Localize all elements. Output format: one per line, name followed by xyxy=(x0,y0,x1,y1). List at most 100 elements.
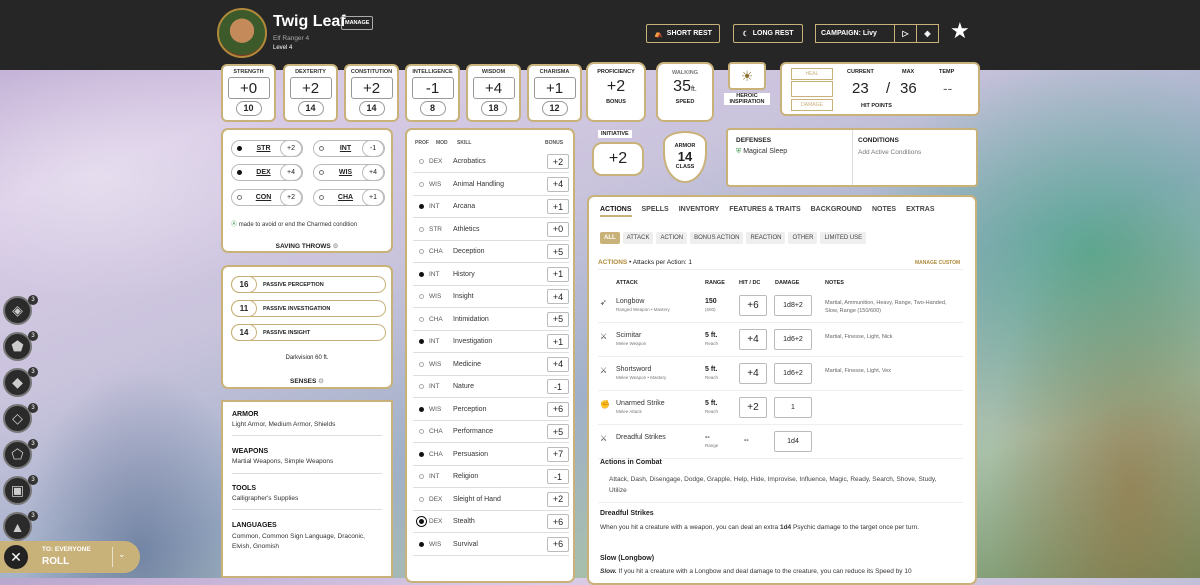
attack-hit[interactable]: +6 xyxy=(739,295,767,316)
saving-throw-str[interactable]: STR +2 xyxy=(231,140,303,157)
attack-hit[interactable]: +2 xyxy=(739,397,767,418)
manage-custom-link[interactable]: MANAGE CUSTOM xyxy=(915,260,960,266)
attack-row[interactable]: ➶ Longbow Ranged Weapon • Mastery 150 (6… xyxy=(598,291,963,323)
damage-label[interactable]: DAMAGE xyxy=(791,99,833,111)
d8-icon[interactable]: ◇ 3 xyxy=(3,403,38,433)
attack-damage[interactable]: 1d4 xyxy=(774,431,812,452)
tab-extras[interactable]: EXTRAS xyxy=(906,206,934,217)
proficiency-dot xyxy=(413,249,429,254)
roll-target: TO: EVERYONE xyxy=(42,546,91,553)
skill-row[interactable]: INT Nature -1 xyxy=(413,376,569,398)
character-avatar[interactable] xyxy=(217,8,267,58)
attack-damage[interactable]: 1d6+2 xyxy=(774,363,812,384)
attack-row[interactable]: ⚔ Shortsword Melee Weapon • Mastery 5 ft… xyxy=(598,359,963,391)
ability-wisdom[interactable]: WISDOM +4 18 xyxy=(466,64,521,122)
ability-intelligence[interactable]: INTELLIGENCE -1 8 xyxy=(405,64,460,122)
filter-all[interactable]: ALL xyxy=(600,232,620,244)
skill-row[interactable]: INT Religion -1 xyxy=(413,466,569,488)
filter-action[interactable]: ACTION xyxy=(656,232,688,244)
filter-limited-use[interactable]: LIMITED USE xyxy=(820,232,867,244)
saving-throw-wis[interactable]: WIS +4 xyxy=(313,164,385,181)
skill-row[interactable]: CHA Persuasion +7 xyxy=(413,444,569,466)
manage-button[interactable]: MANAGE xyxy=(341,16,374,30)
skill-row[interactable]: CHA Performance +5 xyxy=(413,421,569,443)
skill-row[interactable]: WIS Survival +6 xyxy=(413,534,569,556)
ability-constitution[interactable]: CONSTITUTION +2 14 xyxy=(344,64,399,122)
skill-row[interactable]: CHA Intimidation +5 xyxy=(413,309,569,331)
d100-icon[interactable]: ▲ 3 xyxy=(3,511,38,541)
campaign-label[interactable]: CAMPAIGN: Livy xyxy=(816,30,894,37)
ability-score: 14 xyxy=(358,101,385,116)
attack-hit[interactable]: +4 xyxy=(739,329,767,350)
saving-throw-cha[interactable]: CHA +1 xyxy=(313,189,385,206)
attack-damage[interactable]: 1 xyxy=(774,397,812,418)
d12-icon[interactable]: ⬟ 3 xyxy=(3,331,38,361)
hp-amount-input[interactable] xyxy=(791,81,833,97)
dnd-beyond-logo-icon[interactable]: ★ xyxy=(950,18,970,44)
heroic-inspiration[interactable]: ☀ HEROIC INSPIRATION xyxy=(724,62,770,120)
senses-title[interactable]: SENSES ⚙ xyxy=(223,377,391,385)
saving-throw-con[interactable]: CON +2 xyxy=(231,189,303,206)
tab-inventory[interactable]: INVENTORY xyxy=(679,206,719,217)
skill-row[interactable]: DEX Acrobatics +2 xyxy=(413,151,569,173)
skill-row[interactable]: INT History +1 xyxy=(413,264,569,286)
close-icon[interactable]: ✕ xyxy=(4,545,28,569)
skill-row[interactable]: DEX Sleight of Hand +2 xyxy=(413,489,569,511)
d6-icon[interactable]: ⬠ 3 xyxy=(3,439,38,469)
tab-notes[interactable]: NOTES xyxy=(872,206,896,217)
saving-throw-dex[interactable]: DEX +4 xyxy=(231,164,303,181)
skill-row[interactable]: WIS Animal Handling +4 xyxy=(413,174,569,196)
ability-score: 10 xyxy=(235,101,262,116)
tab-features-traits[interactable]: FEATURES & TRAITS xyxy=(729,206,800,217)
skill-row[interactable]: INT Investigation +1 xyxy=(413,331,569,353)
d10-icon[interactable]: ◆ 3 xyxy=(3,367,38,397)
initiative-value[interactable]: +2 xyxy=(592,142,644,176)
saving-throws-title[interactable]: SAVING THROWS ⚙ xyxy=(223,242,391,250)
skill-row[interactable]: DEX Stealth +6 xyxy=(413,511,569,533)
play-icon[interactable]: ▷ xyxy=(894,25,916,42)
skill-row[interactable]: STR Athletics +0 xyxy=(413,219,569,241)
campaign-bar: CAMPAIGN: Livy ▷ ◈ xyxy=(815,24,939,43)
filter-other[interactable]: OTHER xyxy=(788,232,818,244)
ability-charisma[interactable]: CHARISMA +1 12 xyxy=(527,64,582,122)
attack-row[interactable]: ⚔ Dreadful Strikes -- Range -- 1d4 xyxy=(598,427,963,459)
tab-actions[interactable]: ACTIONS xyxy=(600,206,632,217)
skill-row[interactable]: INT Arcana +1 xyxy=(413,196,569,218)
save-label: STR xyxy=(256,145,271,152)
atk-header-hit: HIT / DC xyxy=(739,280,761,286)
skill-row[interactable]: WIS Perception +6 xyxy=(413,399,569,421)
short-rest-button[interactable]: ⛺ SHORT REST xyxy=(646,24,720,43)
skill-modifier: INT xyxy=(429,338,440,345)
attack-damage[interactable]: 1d8+2 xyxy=(774,295,812,316)
d20-icon[interactable]: ◈ 3 xyxy=(3,295,38,325)
skill-row[interactable]: WIS Medicine +4 xyxy=(413,354,569,376)
tab-background[interactable]: BACKGROUND xyxy=(811,206,862,217)
ability-dexterity[interactable]: DEXTERITY +2 14 xyxy=(283,64,338,122)
saving-throw-int[interactable]: INT -1 xyxy=(313,140,385,157)
filter-reaction[interactable]: REACTION xyxy=(746,232,786,244)
skill-row[interactable]: CHA Deception +5 xyxy=(413,241,569,263)
attack-sub: Melee Weapon • Mastery xyxy=(616,375,667,380)
attack-hit[interactable]: +4 xyxy=(739,363,767,384)
hp-current[interactable]: 23 xyxy=(852,80,869,97)
filter-bonus-action[interactable]: BONUS ACTION xyxy=(690,232,744,244)
add-conditions-link[interactable]: Add Active Conditions xyxy=(858,149,921,156)
cube-icon[interactable]: ◈ xyxy=(916,25,938,42)
d4-icon[interactable]: ▣ 3 xyxy=(3,475,38,505)
long-rest-button[interactable]: ☾ LONG REST xyxy=(733,24,803,43)
roll-bar[interactable]: ✕ TO: EVERYONE ROLL ⌄ xyxy=(0,541,140,573)
chevron-down-icon[interactable]: ⌄ xyxy=(118,549,126,560)
darkvision: Darkvision 60 ft. xyxy=(285,355,329,361)
filter-attack[interactable]: ATTACK xyxy=(622,232,654,244)
slow-title: Slow (Longbow) xyxy=(600,555,655,562)
ability-strength[interactable]: STRENGTH +0 10 xyxy=(221,64,276,122)
hp-temp[interactable]: -- xyxy=(943,80,952,96)
save-label: DEX xyxy=(256,169,271,176)
skill-name: Stealth xyxy=(453,518,475,525)
attack-damage[interactable]: 1d6+2 xyxy=(774,329,812,350)
skill-row[interactable]: WIS Insight +4 xyxy=(413,286,569,308)
attack-row[interactable]: ⚔ Scimitar Melee Weapon 5 ft. Reach +4 1… xyxy=(598,325,963,357)
tab-spells[interactable]: SPELLS xyxy=(642,206,669,217)
attack-row[interactable]: ✊ Unarmed Strike Melee Attack 5 ft. Reac… xyxy=(598,393,963,425)
attack-sub: Melee Weapon xyxy=(616,341,647,346)
